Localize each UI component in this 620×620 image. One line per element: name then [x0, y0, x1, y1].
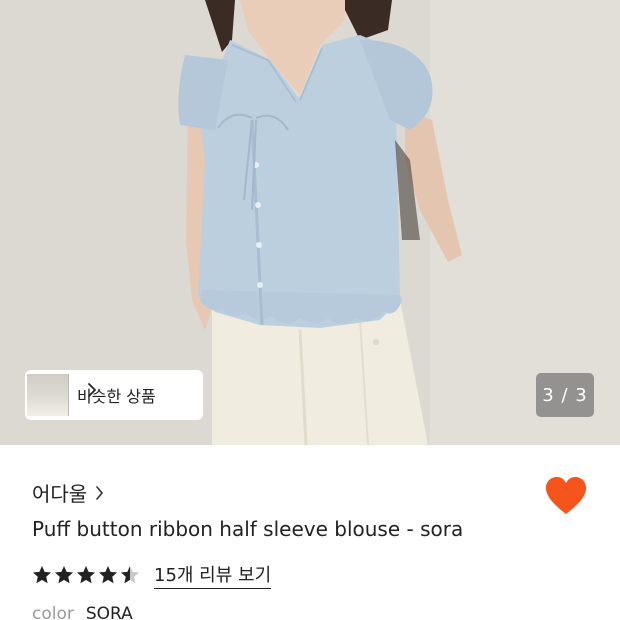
star-icon	[55, 566, 73, 584]
similar-products-thumbnails	[25, 370, 69, 420]
product-image[interactable]: 비슷한 상품 3 / 3	[0, 0, 620, 445]
chevron-right-icon	[96, 485, 104, 500]
option-label: color	[32, 604, 74, 620]
color-option: color SORA	[32, 604, 133, 620]
image-counter: 3 / 3	[536, 373, 594, 417]
star-icon	[33, 566, 51, 584]
heart-icon[interactable]	[545, 476, 587, 516]
chevron-right-icon	[88, 383, 96, 397]
star-rating	[32, 565, 142, 585]
product-title: Puff button ribbon half sleeve blouse - …	[32, 517, 464, 541]
rating-row: 15개 리뷰 보기	[32, 561, 272, 589]
similar-products-button[interactable]: 비슷한 상품	[25, 370, 203, 420]
star-icon	[121, 566, 139, 584]
brand-link[interactable]: 어다울	[32, 478, 104, 507]
star-icon	[99, 566, 117, 584]
similar-thumbnail	[51, 374, 69, 416]
brand-name: 어다울	[32, 482, 88, 506]
reviews-link[interactable]: 15개 리뷰 보기	[154, 561, 272, 589]
option-value: SORA	[85, 604, 133, 620]
star-icon	[77, 566, 95, 584]
similar-products-label-wrap: 비슷한 상품	[77, 383, 156, 407]
